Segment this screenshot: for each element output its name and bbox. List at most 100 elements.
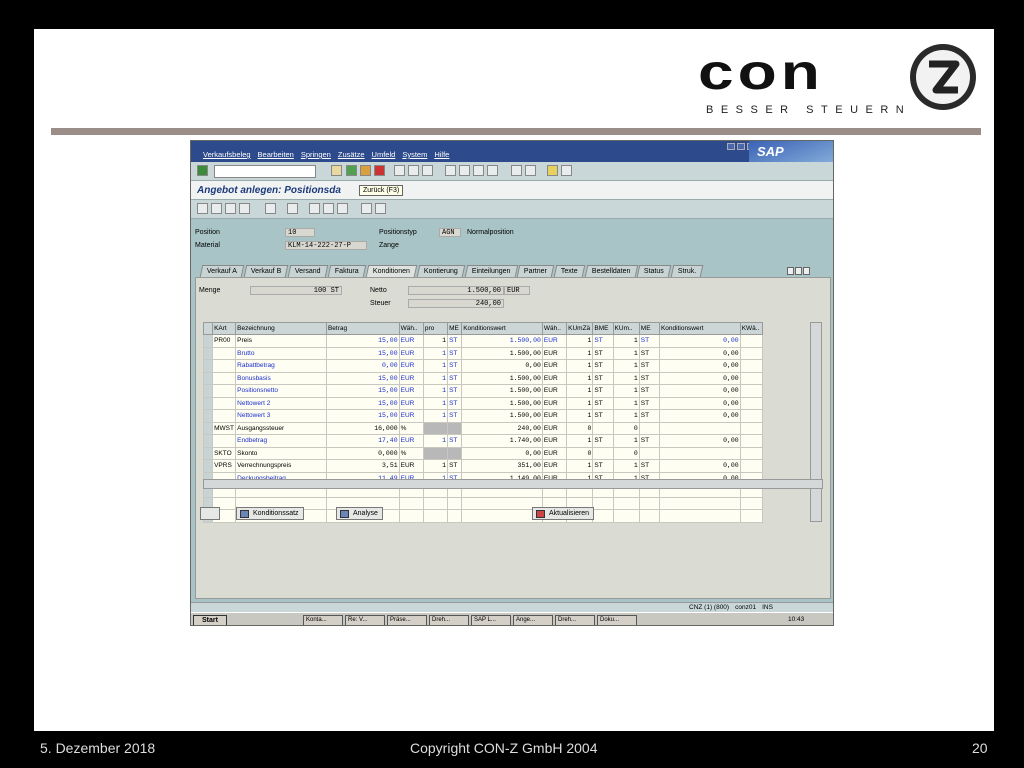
prev-item-icon[interactable] (211, 203, 222, 214)
tab-partner[interactable]: Partner (516, 265, 555, 277)
row-selector[interactable] (202, 421, 214, 435)
column-header[interactable]: Wäh.. (541, 322, 568, 335)
table-cell[interactable]: Bonusbasis (235, 371, 327, 385)
table-cell[interactable]: 1 (422, 459, 449, 473)
table-cell[interactable] (658, 446, 741, 460)
table-row[interactable]: Bonusbasis 15,00 EUR 1 ST 1.500,00 EUR 1 ST 1 ST 0,… (202, 371, 764, 385)
table-cell[interactable]: ST (447, 334, 463, 348)
last-page-icon[interactable] (487, 165, 498, 176)
next-item-icon[interactable] (225, 203, 236, 214)
table-row[interactable]: Nettowert 2 15,00 EUR 1 ST 1.500,00 EUR 1 ST 1 ST 0… (202, 396, 764, 410)
table-cell[interactable] (422, 496, 449, 510)
table-cell[interactable]: 0 (612, 421, 640, 435)
table-cell[interactable]: 1 (566, 434, 594, 448)
shortcut-icon[interactable] (525, 165, 536, 176)
table-cell[interactable]: 17,40 (325, 434, 400, 448)
table-cell[interactable]: 0,00 (658, 334, 741, 348)
table-cell[interactable]: 0 (612, 446, 640, 460)
table-cell[interactable]: ST (447, 459, 463, 473)
horizontal-scrollbar[interactable] (203, 479, 823, 489)
column-header[interactable]: KUmZä (566, 322, 594, 335)
table-cell[interactable] (212, 359, 237, 373)
row-selector[interactable] (202, 409, 214, 423)
table-cell[interactable]: 15,00 (325, 396, 400, 410)
table-cell[interactable]: 0 (566, 446, 594, 460)
table-row[interactable]: PR00 Preis 15,00 EUR 1 ST 1.500,00 EUR 1 ST 1 ST 0,0… (202, 334, 764, 348)
find-icon[interactable] (408, 165, 419, 176)
table-cell[interactable]: 0,00 (658, 371, 741, 385)
taskbar-task[interactable]: Konta... (303, 615, 343, 625)
menu-item-system[interactable]: System (402, 150, 427, 159)
taskbar-task[interactable]: SAP L... (471, 615, 511, 625)
table-cell[interactable] (739, 346, 764, 360)
config-icon[interactable] (375, 203, 386, 214)
table-cell[interactable]: Positionsnetto (235, 384, 327, 398)
table-cell[interactable]: EUR (398, 346, 424, 360)
table-cell[interactable]: 1 (422, 434, 449, 448)
taskbar-task[interactable]: Präse... (387, 615, 427, 625)
table-cell[interactable]: EUR (541, 334, 568, 348)
header-icon[interactable] (309, 203, 320, 214)
table-cell[interactable] (461, 509, 543, 523)
table-cell[interactable] (739, 371, 764, 385)
tab-versand[interactable]: Versand (288, 265, 329, 277)
first-item-icon[interactable] (197, 203, 208, 214)
table-cell[interactable]: PR00 (212, 334, 237, 348)
table-row[interactable]: Endbetrag 17,40 EUR 1 ST 1.740,00 EUR 1 ST 1 ST 0,0… (202, 434, 764, 448)
table-cell[interactable] (592, 496, 614, 510)
table-cell[interactable]: VPRS (212, 459, 237, 473)
table-cell[interactable]: ST (592, 409, 614, 423)
save-icon[interactable] (331, 165, 342, 176)
table-cell[interactable] (422, 446, 449, 460)
table-cell[interactable] (739, 509, 764, 523)
table-cell[interactable] (461, 496, 543, 510)
table-cell[interactable]: 0,00 (461, 359, 543, 373)
table-cell[interactable]: EUR (541, 421, 568, 435)
table-cell[interactable]: 1.500,00 (461, 371, 543, 385)
table-cell[interactable]: % (398, 446, 424, 460)
table-cell[interactable]: EUR (541, 409, 568, 423)
table-cell[interactable]: 15,00 (325, 346, 400, 360)
column-header[interactable]: KArt (212, 322, 237, 335)
table-cell[interactable]: 1 (422, 359, 449, 373)
row-selector[interactable] (202, 396, 214, 410)
table-cell[interactable]: 0,00 (658, 434, 741, 448)
table-cell[interactable]: 1.500,00 (461, 396, 543, 410)
table-cell[interactable]: ST (638, 346, 660, 360)
last-item-icon[interactable] (239, 203, 250, 214)
table-row[interactable]: Brutto 15,00 EUR 1 ST 1.500,00 EUR 1 ST 1 ST 0,00 (202, 346, 764, 360)
tab-faktura[interactable]: Faktura (327, 265, 367, 277)
table-cell[interactable] (398, 496, 424, 510)
menu-item-springen[interactable]: Springen (301, 150, 331, 159)
column-header[interactable]: BME (592, 322, 614, 335)
tab-next-icon[interactable] (795, 267, 802, 275)
table-cell[interactable]: 1 (612, 371, 640, 385)
table-cell[interactable]: Verrechnungspreis (235, 459, 327, 473)
table-cell[interactable]: 0,00 (658, 384, 741, 398)
table-cell[interactable]: MWST (212, 421, 237, 435)
table-cell[interactable] (638, 509, 660, 523)
table-cell[interactable]: ST (638, 409, 660, 423)
row-selector[interactable] (202, 359, 214, 373)
copy-icon[interactable] (287, 203, 298, 214)
table-cell[interactable] (447, 421, 463, 435)
item-icon[interactable] (323, 203, 334, 214)
table-cell[interactable] (212, 384, 237, 398)
menu-item-zusätze[interactable]: Zusätze (338, 150, 365, 159)
table-cell[interactable]: EUR (541, 384, 568, 398)
table-cell[interactable]: EUR (398, 384, 424, 398)
menge-field[interactable]: 100 ST (250, 286, 342, 295)
table-cell[interactable]: 1 (566, 409, 594, 423)
table-cell[interactable] (739, 496, 764, 510)
table-cell[interactable]: EUR (398, 371, 424, 385)
table-cell[interactable]: 1 (612, 334, 640, 348)
table-cell[interactable]: ST (447, 396, 463, 410)
table-cell[interactable]: ST (592, 396, 614, 410)
table-cell[interactable]: Skonto (235, 446, 327, 460)
taskbar-task[interactable]: Doku... (597, 615, 637, 625)
table-cell[interactable]: 1 (566, 384, 594, 398)
table-cell[interactable] (612, 509, 640, 523)
table-cell[interactable] (422, 509, 449, 523)
table-cell[interactable] (739, 359, 764, 373)
find-next-icon[interactable] (422, 165, 433, 176)
